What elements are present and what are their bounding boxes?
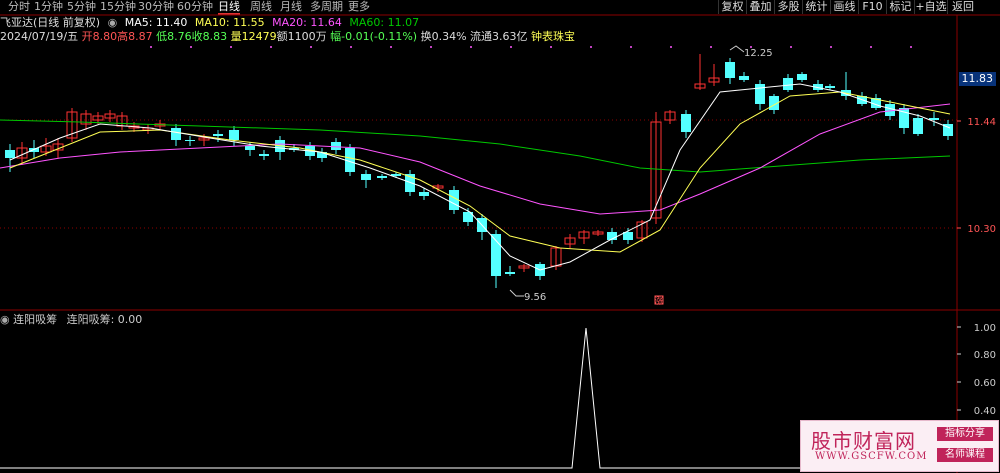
ma20-line (0, 103, 951, 215)
marker-dot (230, 46, 232, 48)
marker-dot (550, 46, 552, 48)
low-label: 9.56 (524, 292, 546, 303)
candle-body (913, 118, 923, 134)
marker-dot (590, 46, 592, 48)
high-arrow (729, 45, 745, 53)
candle-body (783, 78, 793, 90)
price-axis-label: 10.30 (967, 224, 996, 235)
candle-body (185, 140, 195, 141)
candle-body (171, 128, 181, 140)
indicator-axis-label: 0.40 (974, 406, 996, 417)
marker-dot (670, 46, 672, 48)
candle-body (755, 84, 765, 104)
price-axis-label: 11.44 (967, 117, 996, 128)
candle-body (505, 272, 515, 274)
indicator-name[interactable]: 连阳吸筹 (13, 313, 57, 326)
candle-body (5, 150, 15, 158)
indicator-icon[interactable]: ◉ (0, 313, 10, 326)
candle-body (213, 134, 223, 136)
marker-dot (150, 46, 152, 48)
marker-dot (910, 46, 912, 48)
marker-dot (190, 46, 192, 48)
indicator-header: ◉ 连阳吸筹 连阳吸筹: 0.00 (0, 313, 142, 327)
candle-body (377, 176, 387, 178)
marker-dot (270, 46, 272, 48)
watermark-logo: 股市财富网 WWW.GSCFW.COM 指标分享 名师课程 (800, 420, 999, 472)
marker-dot (390, 46, 392, 48)
indicator-axis-label: 1.00 (974, 323, 996, 334)
high-label: 12.25 (744, 48, 773, 59)
candle-body (361, 174, 371, 180)
kline-chart[interactable]: 11.4410.30涨12.259.561.000.800.600.400.20 (0, 0, 1000, 473)
marker-dot (470, 46, 472, 48)
candle-body (331, 142, 341, 150)
rise-tag: 涨 (654, 296, 663, 307)
watermark-tag1: 指标分享 (937, 427, 993, 441)
watermark-url: WWW.GSCFW.COM (815, 451, 928, 462)
marker-dot (790, 46, 792, 48)
marker-dot (630, 46, 632, 48)
candle-body (739, 76, 749, 80)
marker-dot (830, 46, 832, 48)
marker-dot (430, 46, 432, 48)
watermark-name: 股市财富网 (811, 429, 916, 453)
ma5-line (9, 83, 951, 271)
candle-body (419, 192, 429, 196)
candle-body (725, 62, 735, 78)
indicator-value: 连阳吸筹: 0.00 (66, 313, 143, 326)
marker-dot (870, 46, 872, 48)
current-price-box: 11.83 (958, 72, 996, 86)
indicator-axis-label: 0.60 (974, 378, 996, 389)
marker-dot (710, 46, 712, 48)
indicator-axis-label: 0.80 (974, 350, 996, 361)
candle-body (259, 154, 269, 156)
marker-dot (350, 46, 352, 48)
candle-body (229, 130, 239, 140)
marker-dot (310, 46, 312, 48)
candle-body (681, 114, 691, 132)
indicator-line (0, 327, 940, 469)
marker-dot (510, 46, 512, 48)
candle-body (797, 74, 807, 80)
watermark-tag2: 名师课程 (937, 448, 993, 462)
candle-body (245, 146, 255, 150)
candle-body (825, 86, 835, 88)
low-arrow (509, 289, 524, 297)
